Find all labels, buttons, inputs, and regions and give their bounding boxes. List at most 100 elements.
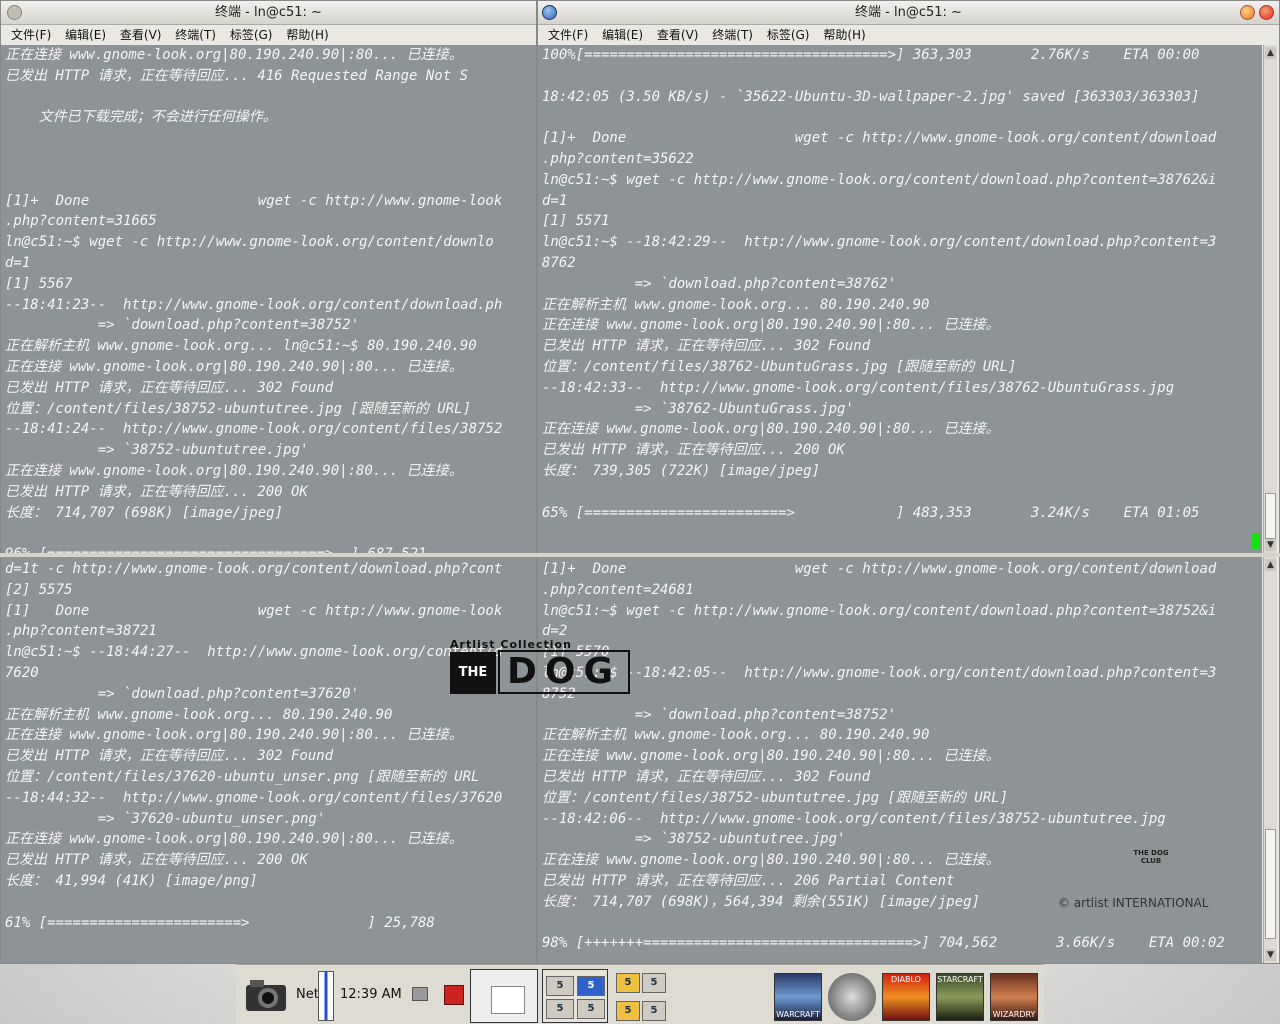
terminal-line: 正在连接 www.gnome-look.org|80.190.240.90|:8…: [542, 317, 1000, 334]
terminal-line: 正在解析主机 www.gnome-look.org... ln@c51:~$ 8…: [5, 338, 477, 355]
scroll-thumb[interactable]: [1265, 829, 1276, 939]
window-menu-icon[interactable]: [542, 5, 557, 20]
terminal-line: => `download.php?content=38752': [542, 706, 897, 723]
terminal-line: [1] 5567: [5, 275, 73, 292]
terminal-output: d=1t -c http://www.gnome-look.org/conten…: [5, 559, 532, 963]
unreal-launcher-icon[interactable]: [828, 973, 876, 1021]
window-list-box[interactable]: [470, 969, 538, 1023]
logo-dog: DOG: [498, 650, 630, 694]
menu-edit[interactable]: 编辑(E): [65, 28, 106, 42]
scroll-down-icon[interactable]: ▼: [1265, 539, 1276, 551]
terminal-output: 正在连接 www.gnome-look.org|80.190.240.90|:8…: [5, 45, 532, 553]
terminal-line: 61% [=======================> ] 25,788: [5, 914, 435, 931]
terminal-line: [1]+ Done wget -c http://www.gnome-look: [5, 192, 503, 209]
terminal-line: 正在连接 www.gnome-look.org|80.190.240.90|:8…: [5, 47, 463, 63]
terminal-line: d=2: [542, 623, 568, 640]
workspace-8[interactable]: 5: [642, 1001, 666, 1021]
terminal-line: => `37620-ubuntu_unser.png': [5, 810, 326, 827]
terminal-line: ln@c51:~$ wget -c http://www.gnome-look.…: [5, 234, 494, 251]
workspace-3[interactable]: 5: [546, 999, 574, 1019]
scrollbar-bottom[interactable]: ▲ ▼: [1263, 557, 1277, 963]
dog-club-badge: THE DOG CLUB: [1118, 826, 1184, 888]
terminal-line: .php?content=31665: [5, 213, 157, 230]
terminal-line: 8762: [542, 254, 576, 271]
scroll-up-icon[interactable]: ▲: [1265, 559, 1276, 571]
terminal-line: 正在解析主机 www.gnome-look.org... 80.190.240.…: [542, 727, 930, 744]
menu-edit[interactable]: 编辑(E): [602, 28, 643, 42]
terminal-line: 位置：/content/files/38762-UbuntuGrass.jpg …: [542, 358, 1017, 375]
terminal-pane-bottom-left[interactable]: d=1t -c http://www.gnome-look.org/conten…: [1, 557, 536, 963]
menu-terminal[interactable]: 终端(T): [175, 28, 216, 42]
window-titlebar[interactable]: 终端 - ln@c51: ~: [538, 1, 1279, 25]
scroll-down-icon[interactable]: ▼: [1265, 949, 1276, 961]
menu-view[interactable]: 查看(V): [657, 28, 699, 42]
scroll-up-icon[interactable]: ▲: [1265, 47, 1276, 59]
terminal-line: => `download.php?content=38752': [5, 317, 360, 334]
wallpaper-logo: Artlist Collection THE DOG: [450, 638, 632, 696]
terminal-line: 正在连接 www.gnome-look.org|80.190.240.90|:8…: [5, 727, 463, 744]
minimize-icon[interactable]: [1240, 5, 1255, 20]
workspace-6[interactable]: 5: [642, 973, 666, 993]
starcraft-launcher-icon[interactable]: STARCRAFT: [936, 973, 984, 1021]
close-icon[interactable]: [1259, 5, 1274, 20]
menu-tabs[interactable]: 标签(G): [767, 28, 810, 42]
wallpaper-copyright: © artlist INTERNATIONAL: [1058, 896, 1209, 910]
terminal-line: 已发出 HTTP 请求，正在等待回应... 200 OK: [5, 852, 308, 869]
net-label[interactable]: Net: [296, 987, 319, 1002]
terminal-line: 正在连接 www.gnome-look.org|80.190.240.90|:8…: [5, 462, 463, 479]
terminal-line: 已发出 HTTP 请求，正在等待回应... 302 Found: [5, 748, 334, 765]
menu-file[interactable]: 文件(F): [11, 28, 51, 42]
menu-help[interactable]: 帮助(H): [823, 28, 865, 42]
clock[interactable]: 12:39 AM: [340, 987, 402, 1002]
terminal-line: ln@c51:~$ wget -c http://www.gnome-look.…: [542, 602, 1217, 619]
workspace-5[interactable]: 5: [616, 973, 640, 993]
menu-file[interactable]: 文件(F): [548, 28, 588, 42]
logout-icon[interactable]: [444, 985, 464, 1005]
terminal-line: --18:41:23-- http://www.gnome-look.org/c…: [5, 296, 503, 313]
menu-view[interactable]: 查看(V): [120, 28, 162, 42]
terminal-line: => `download.php?content=38762': [542, 275, 897, 292]
window-menu-icon[interactable]: [7, 5, 22, 20]
menu-help[interactable]: 帮助(H): [286, 28, 328, 42]
terminal-line: 正在解析主机 www.gnome-look.org... 80.190.240.…: [542, 296, 930, 313]
network-icon[interactable]: [412, 987, 428, 1001]
window-title: 终端 - ln@c51: ~: [855, 5, 962, 20]
terminal-line: 已发出 HTTP 请求，正在等待回应... 302 Found: [542, 338, 871, 355]
menu-tabs[interactable]: 标签(G): [230, 28, 273, 42]
logo-the: THE: [450, 652, 496, 694]
workspace-2[interactable]: 5: [577, 976, 605, 996]
terminal-line: ln@c51:~$ --18:42:29-- http://www.gnome-…: [542, 234, 1217, 251]
warcraft-launcher-icon[interactable]: WARCRAFT: [774, 973, 822, 1021]
menu-terminal[interactable]: 终端(T): [712, 28, 753, 42]
terminal-output: 100%[===================================…: [542, 45, 1258, 553]
camera-icon[interactable]: [244, 977, 288, 1015]
terminal-line: [1] 5571: [542, 213, 610, 230]
cursor-block: [1252, 533, 1260, 549]
terminal-line: 长度： 41,994 (41K) [image/png]: [5, 872, 258, 889]
wizardry-launcher-icon[interactable]: WIZARDRY: [990, 973, 1038, 1021]
menubar: 文件(F) 编辑(E) 查看(V) 终端(T) 标签(G) 帮助(H): [1, 25, 536, 46]
terminal-line: 长度： 714,707 (698K) [image/jpeg]: [5, 504, 284, 521]
workspace-1[interactable]: 5: [546, 976, 574, 996]
terminal-line: 已发出 HTTP 请求，正在等待回应... 302 Found: [542, 768, 871, 785]
terminal-pane-top-left[interactable]: 正在连接 www.gnome-look.org|80.190.240.90|:8…: [1, 45, 536, 553]
terminal-line: [1]+ Done wget -c http://www.gnome-look.…: [542, 130, 1217, 147]
diablo-launcher-icon[interactable]: DIABLO: [882, 973, 930, 1021]
taskbar: Net 12:39 AM 5 5 5 5 5 5 5 5 WARCRAFT DI…: [236, 964, 1044, 1024]
net-monitor-bar[interactable]: [318, 971, 334, 1021]
workspace-7[interactable]: 5: [616, 1001, 640, 1021]
workspace-4[interactable]: 5: [577, 999, 605, 1019]
scroll-thumb[interactable]: [1265, 493, 1276, 539]
terminal-pane-top-right[interactable]: 100%[===================================…: [538, 45, 1262, 553]
terminal-line: 正在解析主机 www.gnome-look.org... 80.190.240.…: [5, 706, 393, 723]
scrollbar-top[interactable]: ▲ ▼: [1263, 45, 1277, 553]
window-titlebar[interactable]: 终端 - ln@c51: ~: [1, 1, 536, 25]
terminal-line: 文件已下载完成；不会进行任何操作。: [5, 109, 277, 126]
terminal-line: 位置：/content/files/38752-ubuntutree.jpg […: [5, 400, 472, 417]
